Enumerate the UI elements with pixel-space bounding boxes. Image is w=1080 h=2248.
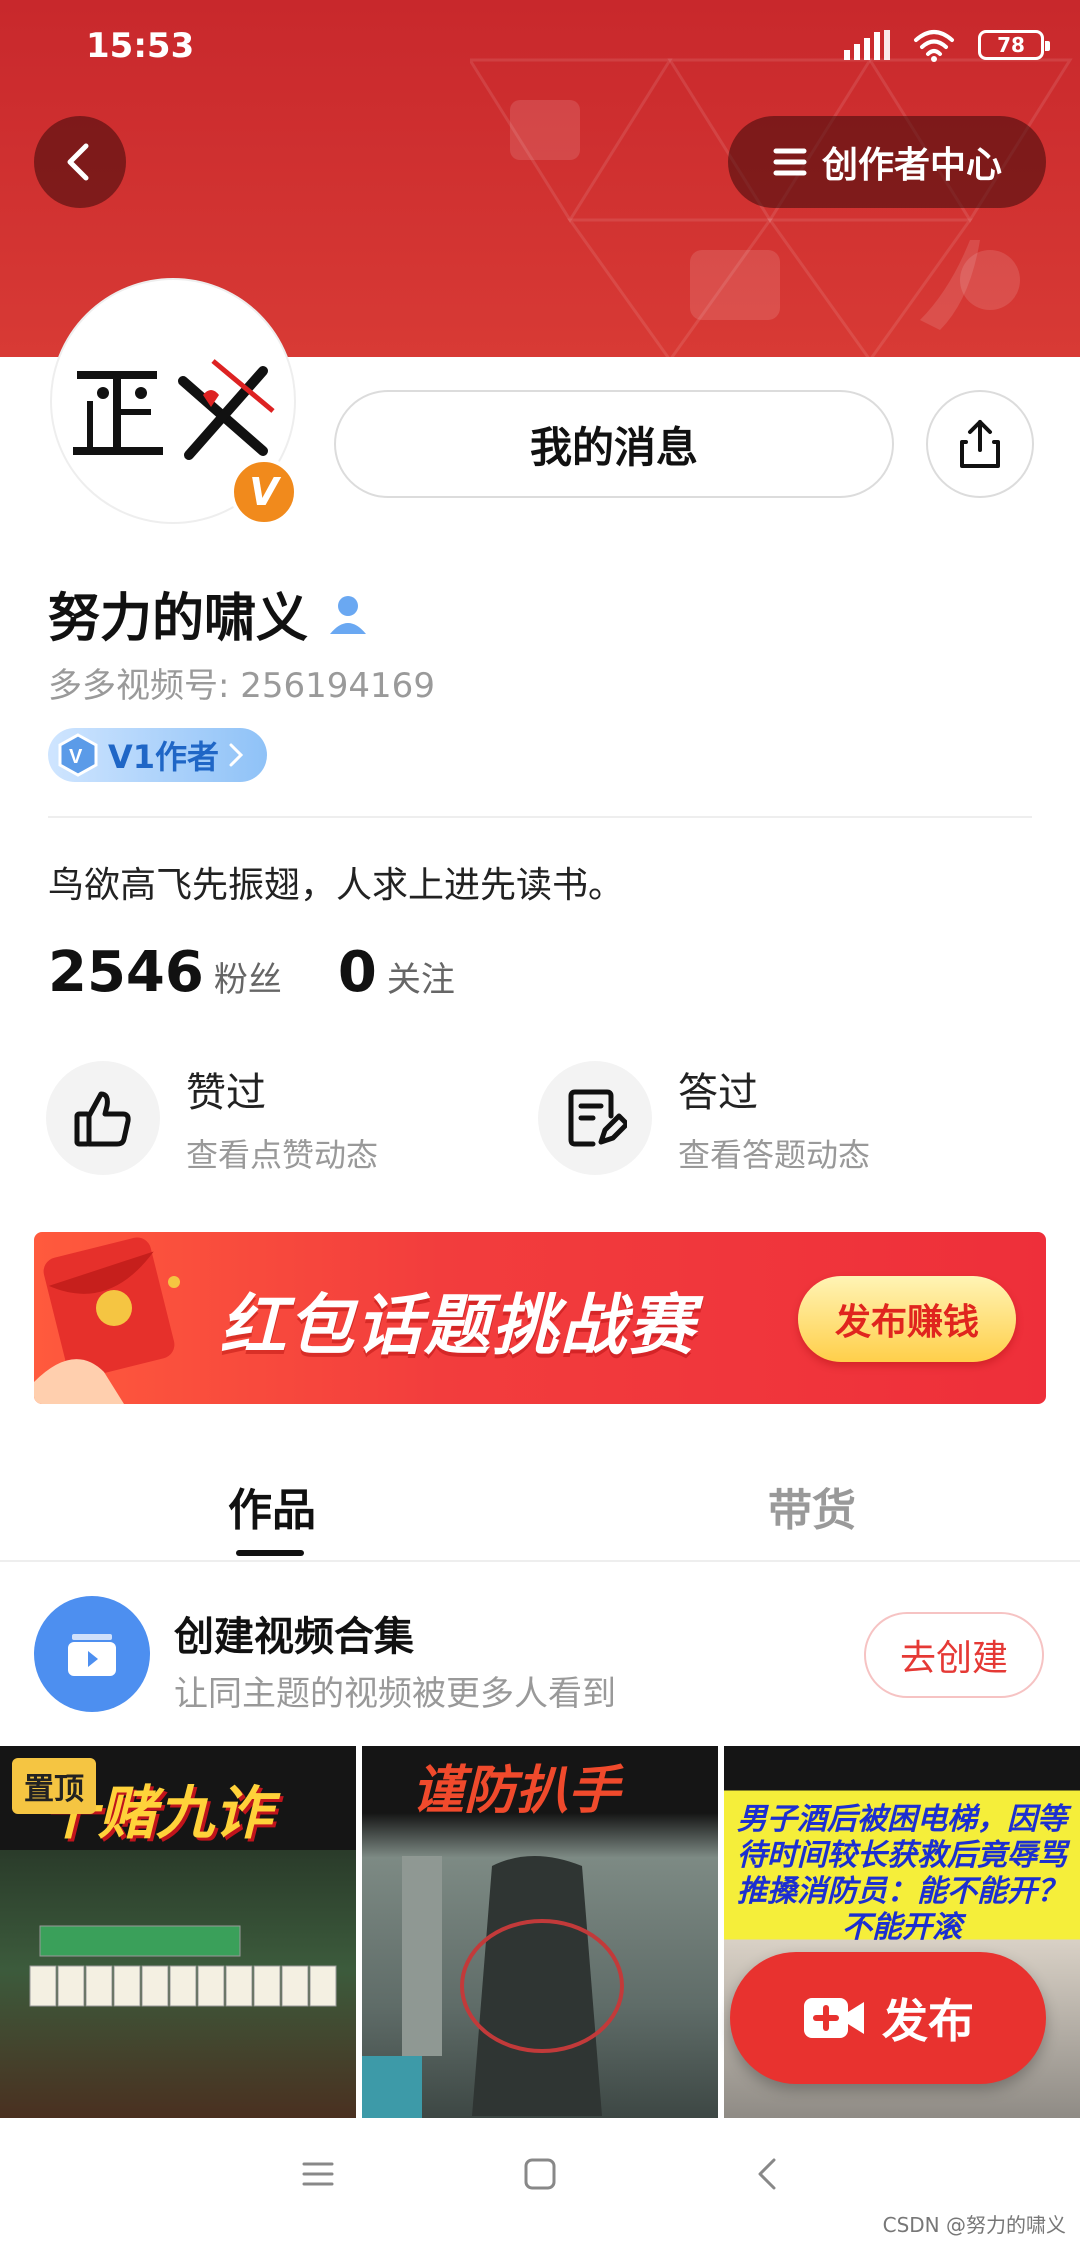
- watermark: CSDN @努力的啸义: [882, 2213, 1066, 2237]
- pinned-badge: 置顶: [12, 1758, 96, 1814]
- create-collection-button[interactable]: 去创建: [864, 1612, 1044, 1698]
- avatar-image: 正 义: [63, 331, 275, 460]
- home-nav-icon[interactable]: [520, 2154, 560, 2194]
- svg-text:V: V: [69, 746, 83, 768]
- bio: 鸟欲高飞先振翅，人求上进先读书。: [48, 865, 625, 906]
- video-camera-plus-icon: [804, 1998, 864, 2038]
- liked-subtitle: 查看点赞动态: [186, 1136, 379, 1174]
- fans-count[interactable]: 2546: [48, 940, 204, 1005]
- answered-text: 答过 查看答题动态: [678, 1060, 870, 1176]
- active-tab-indicator: [236, 1550, 304, 1556]
- user-gender-icon: [330, 595, 367, 634]
- content-tabs: 作品 带货: [0, 1460, 1080, 1560]
- thumbs-up-icon-container: [46, 1061, 160, 1175]
- video-collection-icon: [34, 1596, 150, 1712]
- back-nav-icon[interactable]: [748, 2154, 788, 2194]
- following-count[interactable]: 0: [338, 940, 377, 1005]
- video-caption: 男子酒后被困电梯，因等待时间较长获救后竟辱骂推搡消防员：能不能开？不能开滚: [737, 1802, 1067, 1945]
- verified-badge-icon: V: [230, 458, 298, 526]
- video-thumbnail[interactable]: 十赌九诈 置顶: [0, 1746, 356, 2118]
- profile-card: 正 义 V 我的消息 努力的啸义 多多视频号: 256194169 V V1作者…: [0, 0, 1080, 2248]
- share-icon: [960, 420, 1000, 468]
- mahjong-tiles-image: [29, 1925, 337, 2007]
- liked-entry[interactable]: 赞过 查看点赞动态: [46, 1060, 378, 1176]
- collection-subtitle: 让同主题的视频被更多人看到: [174, 1674, 616, 1714]
- create-collection-row: 创建视频合集 让同主题的视频被更多人看到 去创建: [0, 1562, 1080, 1748]
- video-id: 多多视频号: 256194169: [48, 666, 435, 706]
- promo-banner[interactable]: 红包话题挑战赛 发布赚钱: [34, 1232, 1046, 1404]
- author-level-label: V1作者: [108, 738, 220, 776]
- answered-entry[interactable]: 答过 查看答题动态: [538, 1060, 870, 1176]
- liked-title: 赞过: [186, 1070, 266, 1116]
- author-level-badge[interactable]: V V1作者: [48, 728, 268, 782]
- tab-works[interactable]: 作品: [228, 1474, 316, 1538]
- answered-title: 答过: [678, 1070, 758, 1116]
- profile-name-row: 努力的啸义: [48, 576, 372, 651]
- collection-title: 创建视频合集: [174, 1614, 414, 1660]
- divider: [48, 816, 1032, 818]
- red-envelope-icon: [34, 1237, 180, 1404]
- play-folder-icon: [68, 1634, 116, 1676]
- chevron-right-icon: [229, 743, 244, 767]
- hexagon-v-icon: V: [58, 733, 98, 777]
- video-caption: 谨防扒手: [412, 1761, 621, 1821]
- my-messages-button[interactable]: 我的消息: [334, 390, 894, 498]
- publish-label: 发布: [882, 1994, 974, 2048]
- video-thumbnail[interactable]: 谨防扒手: [362, 1746, 718, 2118]
- promo-publish-button[interactable]: 发布赚钱: [798, 1276, 1016, 1362]
- avatar-text: 正 义: [63, 331, 65, 332]
- edit-note-icon-container: [538, 1061, 652, 1175]
- share-button[interactable]: [926, 390, 1034, 498]
- liked-text: 赞过 查看点赞动态: [186, 1060, 378, 1176]
- fans-label[interactable]: 粉丝: [214, 952, 282, 1001]
- thumbs-up-icon: [74, 1091, 131, 1147]
- menu-nav-icon[interactable]: [298, 2154, 338, 2194]
- tab-goods[interactable]: 带货: [768, 1474, 856, 1538]
- following-label[interactable]: 关注: [387, 952, 455, 1001]
- profile-name: 努力的啸义: [48, 589, 309, 649]
- edit-note-icon: [568, 1089, 627, 1147]
- publish-button[interactable]: 发布: [730, 1952, 1046, 2084]
- stats-row: 2546 粉丝 0 关注: [48, 940, 501, 1005]
- answered-subtitle: 查看答题动态: [678, 1136, 871, 1174]
- promo-title: 红包话题挑战赛: [220, 1287, 696, 1364]
- system-navigation-bar: CSDN @努力的啸义: [0, 2120, 1080, 2248]
